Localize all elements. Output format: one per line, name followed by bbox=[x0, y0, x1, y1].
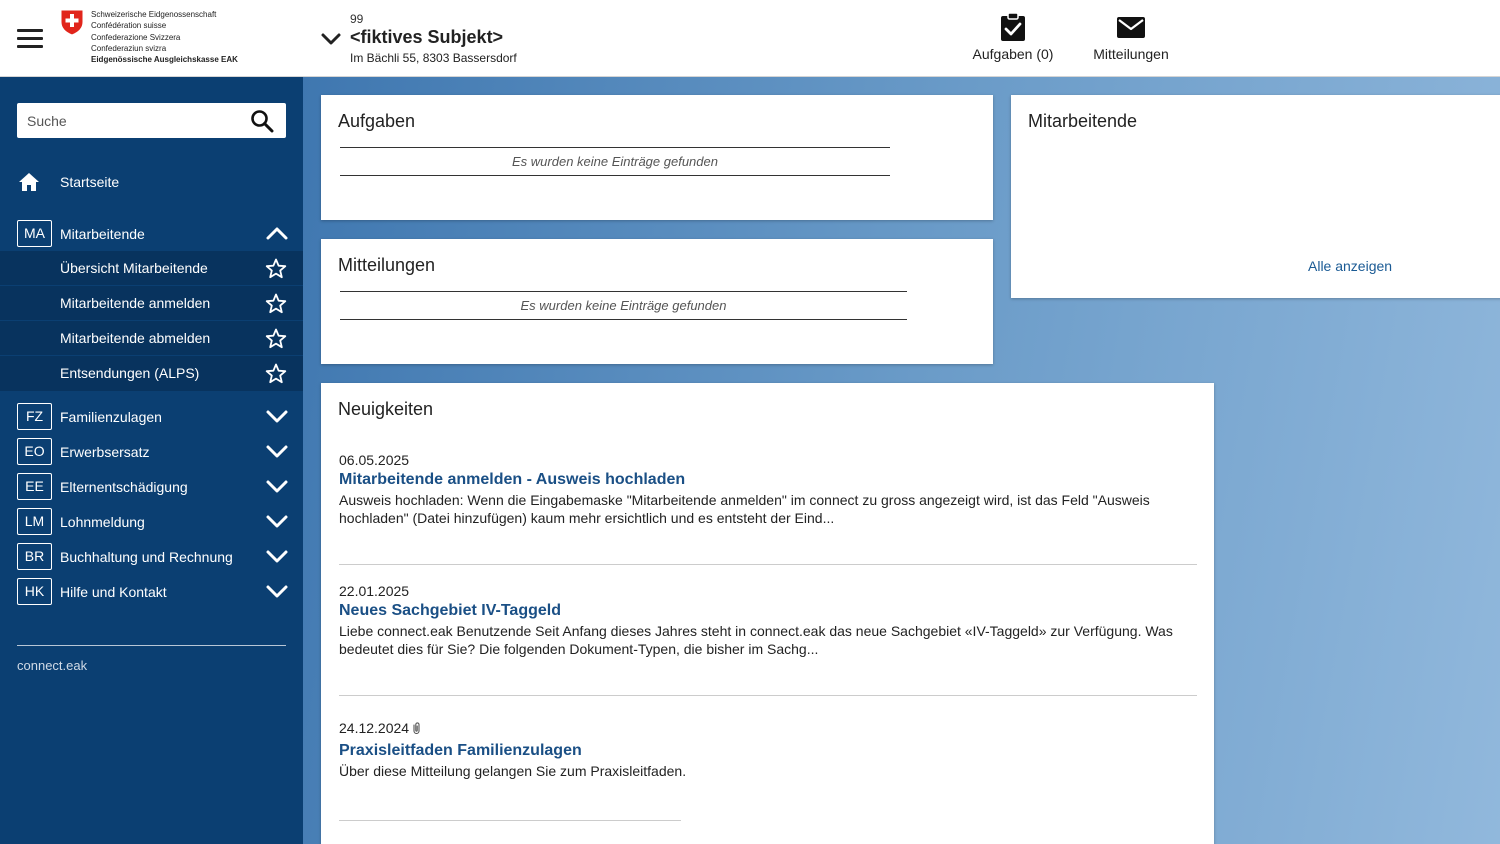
sidebar-footer: connect.eak bbox=[17, 658, 88, 673]
swiss-shield-icon bbox=[60, 9, 84, 36]
sidebar-group-erwerbsersatz[interactable]: EO Erwerbsersatz bbox=[0, 435, 303, 470]
sidebar-group-label: Familienzulagen bbox=[60, 409, 162, 425]
main-content: Aufgaben Es wurden keine Einträge gefund… bbox=[303, 77, 1500, 844]
empty-message: Es wurden keine Einträge gefunden bbox=[340, 291, 907, 320]
sidebar-group-label: Buchhaltung und Rechnung bbox=[60, 549, 233, 565]
sidebar-group-familienzulagen[interactable]: FZ Familienzulagen bbox=[0, 400, 303, 435]
sidebar-item-home[interactable]: Startseite bbox=[0, 165, 303, 199]
subject-number: 99 bbox=[350, 12, 364, 26]
sidebar-group-buchhaltung[interactable]: BR Buchhaltung und Rechnung bbox=[0, 540, 303, 575]
subject-dropdown-chevron-icon[interactable] bbox=[320, 30, 342, 48]
clipboard-check-icon bbox=[1001, 12, 1025, 41]
news-title-link[interactable]: Neues Sachgebiet IV-Taggeld bbox=[339, 602, 561, 620]
submenu-label: Entsendungen (ALPS) bbox=[60, 365, 200, 381]
news-title-link[interactable]: Mitarbeitende anmelden - Ausweis hochlad… bbox=[339, 471, 685, 489]
news-separator bbox=[339, 564, 1197, 565]
sidebar-item-uebersicht-mitarbeitende[interactable]: Übersicht Mitarbeitende bbox=[0, 251, 303, 286]
tasks-header-button[interactable]: Aufgaben (0) bbox=[970, 12, 1056, 62]
star-icon[interactable] bbox=[265, 363, 287, 384]
submenu-label: Mitarbeitende anmelden bbox=[60, 295, 211, 311]
neuigkeiten-card: Neuigkeiten 06.05.2025 Mitarbeitende anm… bbox=[321, 383, 1214, 844]
chevron-down-icon[interactable] bbox=[265, 513, 289, 529]
subject-address: Im Bächli 55, 8303 Bassersdorf bbox=[350, 51, 517, 65]
chevron-down-icon[interactable] bbox=[265, 443, 289, 459]
sidebar-item-label: Startseite bbox=[60, 174, 120, 190]
show-all-link[interactable]: Alle anzeigen bbox=[1308, 258, 1392, 274]
card-title: Mitteilungen bbox=[338, 255, 436, 275]
messages-header-label: Mitteilungen bbox=[1093, 46, 1169, 62]
group-badge: EE bbox=[17, 473, 52, 500]
sidebar: Startseite MA Mitarbeitende Übersicht Mi… bbox=[0, 77, 303, 844]
envelope-icon bbox=[1117, 17, 1145, 38]
swiss-confederation-logo[interactable]: Schweizerische Eidgenossenschaft Confédé… bbox=[60, 9, 260, 69]
sidebar-group-mitarbeitende[interactable]: MA Mitarbeitende bbox=[0, 217, 303, 252]
star-icon[interactable] bbox=[265, 258, 287, 279]
sidebar-group-elternentschaedigung[interactable]: EE Elternentschädigung bbox=[0, 470, 303, 505]
mitarbeitende-submenu: Übersicht Mitarbeitende Mitarbeitende an… bbox=[0, 251, 303, 391]
news-separator bbox=[339, 695, 1197, 696]
mitarbeitende-card: Mitarbeitende Alle anzeigen bbox=[1011, 95, 1500, 298]
sidebar-group-hilfe-kontakt[interactable]: HK Hilfe und Kontakt bbox=[0, 575, 303, 610]
news-title-link[interactable]: Praxisleitfaden Familienzulagen bbox=[339, 742, 582, 760]
sidebar-item-mitarbeitende-abmelden[interactable]: Mitarbeitende abmelden bbox=[0, 321, 303, 356]
subject-name[interactable]: <fiktives Subjekt> bbox=[350, 27, 503, 48]
news-date: 06.05.2025 bbox=[339, 452, 410, 468]
card-title: Aufgaben bbox=[338, 111, 416, 131]
news-text: Über diese Mitteilung gelangen Sie zum P… bbox=[339, 763, 687, 779]
chevron-down-icon[interactable] bbox=[265, 548, 289, 564]
attachment-icon bbox=[413, 722, 420, 734]
chevron-down-icon[interactable] bbox=[265, 583, 289, 599]
submenu-label: Übersicht Mitarbeitende bbox=[60, 260, 208, 276]
sidebar-divider bbox=[17, 645, 286, 646]
sidebar-group-label: Erwerbsersatz bbox=[60, 444, 150, 460]
search-input[interactable] bbox=[17, 103, 242, 138]
chevron-down-icon[interactable] bbox=[265, 408, 289, 424]
sidebar-item-entsendungen[interactable]: Entsendungen (ALPS) bbox=[0, 356, 303, 391]
card-title: Neuigkeiten bbox=[338, 399, 434, 419]
news-separator bbox=[339, 820, 681, 821]
news-item: 24.12.2024 Praxisleitfaden Familienzulag… bbox=[339, 720, 1197, 780]
tasks-header-label: Aufgaben (0) bbox=[972, 46, 1054, 62]
empty-message: Es wurden keine Einträge gefunden bbox=[340, 147, 890, 176]
home-icon bbox=[19, 173, 39, 191]
group-badge: EO bbox=[17, 438, 52, 465]
news-date: 22.01.2025 bbox=[339, 583, 410, 599]
news-text: Liebe connect.eak Benutzende Seit Anfang… bbox=[339, 623, 1173, 657]
search-icon[interactable] bbox=[250, 109, 274, 133]
sidebar-item-mitarbeitende-anmelden[interactable]: Mitarbeitende anmelden bbox=[0, 286, 303, 321]
group-badge: HK bbox=[17, 578, 52, 605]
news-date: 24.12.2024 bbox=[339, 720, 1197, 736]
sidebar-group-label: Lohnmeldung bbox=[60, 514, 145, 530]
card-title: Mitarbeitende bbox=[1028, 111, 1138, 131]
top-header: Schweizerische Eidgenossenschaft Confédé… bbox=[0, 0, 1500, 77]
messages-header-button[interactable]: Mitteilungen bbox=[1088, 12, 1174, 62]
aufgaben-card: Aufgaben Es wurden keine Einträge gefund… bbox=[321, 95, 993, 220]
sidebar-group-label: Mitarbeitende bbox=[60, 226, 145, 242]
news-item: 22.01.2025 Neues Sachgebiet IV-Taggeld L… bbox=[339, 583, 1197, 658]
news-item: 06.05.2025 Mitarbeitende anmelden - Ausw… bbox=[339, 452, 1197, 527]
sidebar-group-lohnmeldung[interactable]: LM Lohnmeldung bbox=[0, 505, 303, 540]
hamburger-menu-icon[interactable] bbox=[17, 29, 43, 49]
group-badge: LM bbox=[17, 508, 52, 535]
chevron-up-icon[interactable] bbox=[265, 225, 289, 241]
group-badge: BR bbox=[17, 543, 52, 570]
submenu-label: Mitarbeitende abmelden bbox=[60, 330, 211, 346]
group-badge: FZ bbox=[17, 403, 52, 430]
news-text: Ausweis hochladen: Wenn die Eingabemaske… bbox=[339, 492, 1150, 526]
chevron-down-icon[interactable] bbox=[265, 478, 289, 494]
logo-text: Schweizerische Eidgenossenschaft Confédé… bbox=[91, 10, 238, 65]
sidebar-group-label: Hilfe und Kontakt bbox=[60, 584, 167, 600]
star-icon[interactable] bbox=[265, 293, 287, 314]
search-box bbox=[17, 103, 286, 138]
sidebar-group-label: Elternentschädigung bbox=[60, 479, 188, 495]
mitteilungen-card: Mitteilungen Es wurden keine Einträge ge… bbox=[321, 239, 993, 364]
star-icon[interactable] bbox=[265, 328, 287, 349]
group-badge: MA bbox=[17, 220, 52, 247]
